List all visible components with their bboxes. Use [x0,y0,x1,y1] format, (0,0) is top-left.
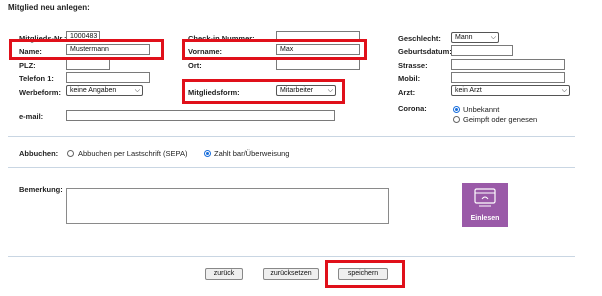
corona-option-geimpft: Geimpft oder genesen [463,115,538,124]
geschlecht-label: Geschlecht: [398,34,441,43]
strasse-field[interactable] [451,59,565,70]
einlesen-button[interactable]: Einlesen [462,183,508,227]
ort-label: Ort: [188,61,202,70]
highlight-name [9,39,164,60]
page-title: Mitglied neu anlegen: [8,3,90,12]
bemerkung-label: Bemerkung: [19,185,63,194]
werbeform-select[interactable]: keine Angaben ⌵ [66,85,143,96]
telefon-field[interactable] [66,72,150,83]
mobil-field[interactable] [451,72,565,83]
back-button[interactable]: zurück [205,268,243,280]
arzt-value: kein Arzt [455,87,482,94]
plz-field[interactable] [66,59,110,70]
abbuchen-option-bar: Zahlt bar/Überweisung [214,149,290,158]
email-field[interactable] [66,110,335,121]
arzt-select[interactable]: kein Arzt ⌵ [451,85,570,96]
werbeform-label: Werbeform: [19,88,61,97]
plz-label: PLZ: [19,61,36,70]
telefon-label: Telefon 1: [19,74,54,83]
bemerkung-textarea[interactable] [66,188,389,224]
ort-field[interactable] [276,59,360,70]
chevron-down-icon: ⌵ [134,87,140,94]
highlight-save [325,260,405,288]
strasse-label: Strasse: [398,61,428,70]
divider [8,167,575,168]
highlight-vorname [182,39,367,60]
corona-radio-unbekannt[interactable] [453,106,460,113]
corona-radio-geimpft[interactable] [453,116,460,123]
geburtsdatum-label: Geburtsdatum: [398,47,452,56]
mobil-label: Mobil: [398,74,421,83]
reset-button[interactable]: zurücksetzen [263,268,319,280]
abbuchen-label: Abbuchen: [19,149,59,158]
divider [8,256,575,257]
geburtsdatum-field[interactable] [451,45,513,56]
abbuchen-option-sepa: Abbuchen per Lastschrift (SEPA) [78,149,188,158]
chevron-down-icon: ⌵ [561,87,567,94]
werbeform-value: keine Angaben [70,87,117,94]
einlesen-label: Einlesen [470,215,500,222]
card-reader-icon [474,188,496,207]
geschlecht-select[interactable]: Mann ⌵ [451,32,499,43]
abbuchen-radio-bar[interactable] [204,150,211,157]
corona-label: Corona: [398,104,427,113]
corona-option-unbekannt: Unbekannt [463,105,500,114]
chevron-down-icon: ⌵ [490,34,496,41]
geschlecht-value: Mann [455,34,473,41]
arzt-label: Arzt: [398,88,416,97]
abbuchen-radio-sepa[interactable] [67,150,74,157]
email-label: e-mail: [19,112,44,121]
highlight-mitgliedsform [182,79,345,104]
divider [8,136,575,137]
